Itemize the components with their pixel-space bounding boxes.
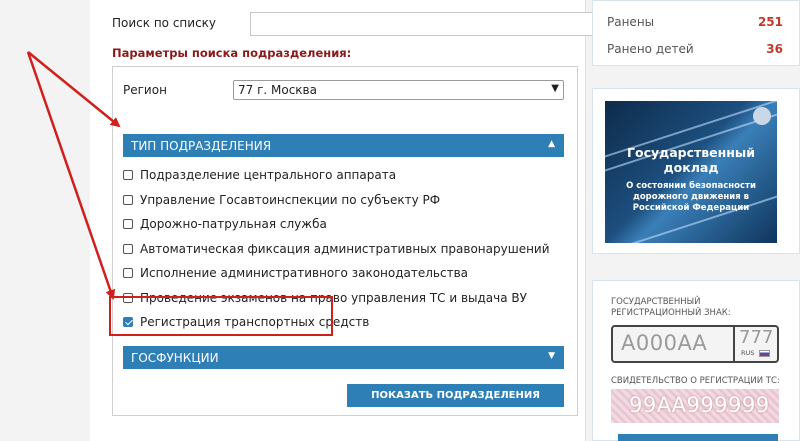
- certificate-input[interactable]: 99АА999999: [611, 389, 779, 423]
- report-subtitle: О состоянии безопасности дорожного движе…: [626, 181, 756, 213]
- search-input[interactable]: [250, 12, 597, 36]
- checkbox[interactable]: [123, 170, 133, 181]
- certificate-number: 99АА999999: [629, 393, 770, 417]
- checkbox[interactable]: [123, 268, 133, 279]
- plate-label: ГОСУДАРСТВЕННЫЙ РЕГИСТРАЦИОННЫЙ ЗНАК:: [611, 297, 731, 318]
- chevron-down-icon: ▼: [551, 83, 559, 94]
- filter-panel: Регион 77 г. Москва ▼ ТИП ПОДРАЗДЕЛЕНИЯ …: [112, 66, 578, 416]
- checkbox[interactable]: [123, 243, 133, 254]
- annotation-highlight-box: [109, 296, 333, 336]
- stat-value: 251: [757, 15, 783, 29]
- checkbox-item[interactable]: Автоматическая фиксация административных…: [123, 237, 564, 262]
- plate-number: А000АА: [621, 331, 708, 355]
- checkbox-label: Автоматическая фиксация административных…: [140, 241, 550, 256]
- stat-label: Ранены: [607, 15, 655, 29]
- emblem-icon: [753, 107, 771, 125]
- checkbox-label: Подразделение центрального аппарата: [140, 168, 397, 183]
- plate-divider: [733, 327, 735, 361]
- checkbox-label: Дорожно-патрульная служба: [140, 217, 327, 232]
- checkbox-item[interactable]: Дорожно-патрульная служба: [123, 212, 564, 237]
- gosfunctions-section-title: ГОСФУНКЦИИ: [131, 351, 219, 365]
- plate-region: 777: [739, 327, 774, 348]
- stat-row-injured-children: Ранено детей 36: [607, 42, 783, 56]
- license-plate-input[interactable]: А000АА 777 RUS: [611, 325, 779, 363]
- state-report-banner[interactable]: Государственный доклад О состоянии безоп…: [605, 101, 777, 243]
- checkbox-label: Управление Госавтоинспекции по субъекту …: [140, 192, 441, 207]
- stat-row-injured: Ранены 251: [607, 15, 783, 29]
- checkbox[interactable]: [123, 194, 133, 205]
- chevron-up-icon: ▲: [548, 139, 555, 149]
- checkbox-label: Исполнение административного законодател…: [140, 266, 469, 281]
- state-report-card: Государственный доклад О состоянии безоп…: [592, 88, 800, 254]
- search-row: Поиск по списку: [112, 12, 597, 38]
- region-label: Регион: [123, 83, 167, 97]
- search-label: Поиск по списку: [112, 16, 217, 30]
- stat-label: Ранено детей: [607, 42, 694, 56]
- type-section-title: ТИП ПОДРАЗДЕЛЕНИЯ: [131, 139, 272, 153]
- russia-flag-icon: [759, 350, 770, 357]
- plate-country: RUS: [741, 349, 755, 357]
- search-form-card: Поиск по списку Параметры поиска подразд…: [90, 0, 597, 441]
- stat-value: 36: [766, 42, 783, 56]
- checkbox-item[interactable]: Исполнение административного законодател…: [123, 261, 564, 286]
- region-select[interactable]: 77 г. Москва ▼: [233, 80, 564, 100]
- checkbox-item[interactable]: Подразделение центрального аппарата: [123, 163, 564, 188]
- params-title: Параметры поиска подразделения:: [112, 46, 352, 60]
- show-units-button[interactable]: ПОКАЗАТЬ ПОДРАЗДЕЛЕНИЯ: [347, 384, 564, 407]
- type-section-header[interactable]: ТИП ПОДРАЗДЕЛЕНИЯ ▲: [123, 134, 564, 157]
- stats-card: Ранены 251 Ранено детей 36: [592, 0, 800, 66]
- checkbox-item[interactable]: Управление Госавтоинспекции по субъекту …: [123, 188, 564, 213]
- chevron-down-icon: ▼: [548, 351, 555, 361]
- gosfunctions-section-header[interactable]: ГОСФУНКЦИИ ▼: [123, 346, 564, 369]
- page: Поиск по списку Параметры поиска подразд…: [0, 0, 800, 441]
- checkbox[interactable]: [123, 219, 133, 230]
- report-title: Государственный доклад: [627, 145, 755, 175]
- plate-check-card: ГОСУДАРСТВЕННЫЙ РЕГИСТРАЦИОННЫЙ ЗНАК: А0…: [592, 280, 800, 441]
- region-selected-value: 77 г. Москва: [238, 83, 317, 97]
- check-button[interactable]: [618, 434, 778, 441]
- certificate-label: СВИДЕТЕЛЬСТВО О РЕГИСТРАЦИИ ТС:: [611, 376, 780, 386]
